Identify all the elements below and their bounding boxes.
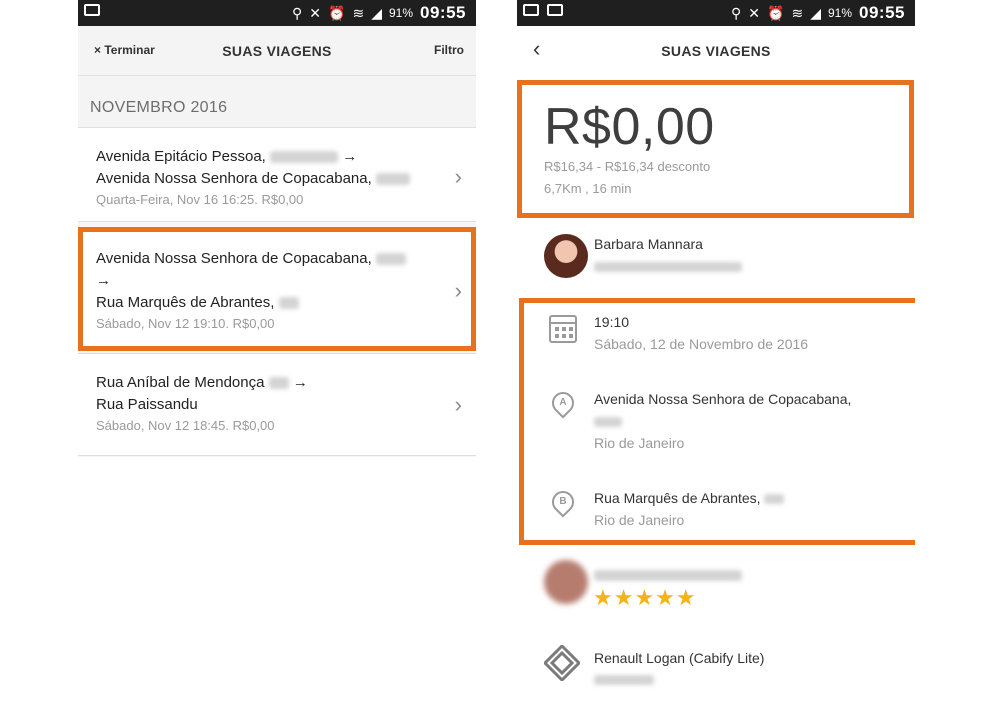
battery-level: 91% [827, 6, 853, 20]
status-icons: ⚲ ✕ ⏰ ≋ ◢ 91% 09:55 [292, 3, 466, 23]
clock: 09:55 [420, 3, 466, 22]
mute-icon: ✕ [309, 5, 322, 21]
status-icons: ⚲ ✕ ⏰ ≋ ◢ 91% 09:55 [731, 3, 905, 23]
location-icon: ⚲ [731, 5, 742, 21]
trip-detail-screen: ⚲ ✕ ⏰ ≋ ◢ 91% 09:55 ‹ SUAS VIAGENS R$0,0… [517, 0, 915, 706]
trip-origin: Avenida Epitácio Pessoa, → [96, 148, 358, 165]
empty-area [78, 457, 476, 706]
destination-city: Rio de Janeiro [594, 512, 685, 528]
origin-city: Rio de Janeiro [594, 435, 685, 451]
trip-destination: Rua Paissandu [96, 396, 198, 413]
alarm-icon: ⏰ [767, 5, 785, 21]
passenger-name: Barbara Mannara [594, 236, 703, 252]
wifi-icon: ≋ [352, 5, 365, 21]
driver-avatar [544, 560, 588, 604]
redacted-number [375, 173, 410, 186]
image-icon [523, 4, 539, 16]
mute-icon: ✕ [748, 5, 761, 21]
battery-level: 91% [388, 6, 414, 20]
highlight-frame [78, 227, 476, 351]
status-bar: ⚲ ✕ ⏰ ≋ ◢ 91% 09:55 [517, 0, 915, 26]
destination-street: Rua Marquês de Abrantes, [594, 490, 785, 506]
passenger-avatar [544, 234, 588, 278]
app-bar: ‹ SUAS VIAGENS [517, 26, 915, 76]
filter-button[interactable]: Filtro [434, 43, 464, 57]
trip-time: 19:10 [594, 314, 630, 330]
car-model: Renault Logan (Cabify Lite) [594, 650, 765, 666]
price-range: R$16,34 - R$16,34 desconto [544, 159, 711, 174]
redacted-driver-name [594, 570, 742, 581]
trip-destination: Avenida Nossa Senhora de Copacabana, [96, 168, 436, 190]
trip-row-1[interactable]: Avenida Epitácio Pessoa, → Avenida Nossa… [78, 127, 476, 222]
origin-street: Avenida Nossa Senhora de Copacabana, [594, 391, 852, 407]
trip-date: Sábado, 12 de Novembro de 2016 [594, 336, 809, 352]
trip-row-3[interactable]: Rua Aníbal de Mendonça → Rua Paissandu S… [78, 353, 476, 456]
redacted-email [594, 262, 742, 272]
redacted-number [764, 494, 785, 505]
trip-meta: Sábado, Nov 12 18:45. R$0,00 [96, 418, 275, 433]
chevron-right-icon: › [454, 164, 462, 189]
trips-list-screen: ⚲ ✕ ⏰ ≋ ◢ 91% 09:55 × Terminar SUAS VIAG… [78, 0, 476, 706]
chevron-right-icon: › [454, 392, 462, 417]
notification-icons [84, 4, 100, 16]
driver-rating-stars: ★★★★★ [593, 585, 697, 610]
renault-logo-icon [544, 645, 580, 681]
trip-origin: Rua Aníbal de Mendonça → [96, 374, 308, 391]
redacted-number [268, 377, 289, 390]
wifi-icon: ≋ [791, 5, 804, 21]
signal-icon: ◢ [810, 5, 821, 21]
redacted-plate [594, 675, 654, 685]
trip-meta: Quarta-Feira, Nov 16 16:25. R$0,00 [96, 192, 304, 207]
notification-icons [523, 4, 563, 16]
distance-time: 6,7Km , 16 min [544, 181, 632, 196]
trip-price: R$0,00 [544, 98, 715, 156]
page-title: SUAS VIAGENS [661, 43, 771, 59]
status-bar: ⚲ ✕ ⏰ ≋ ◢ 91% 09:55 [78, 0, 476, 26]
redacted-number [594, 417, 622, 427]
calendar-icon [549, 315, 577, 343]
clock: 09:55 [859, 3, 905, 22]
alarm-icon: ⏰ [328, 5, 346, 21]
location-icon: ⚲ [292, 5, 303, 21]
voicemail-icon [84, 4, 100, 16]
page-title: SUAS VIAGENS [222, 43, 332, 59]
voicemail-icon [547, 4, 563, 16]
signal-icon: ◢ [371, 5, 382, 21]
month-header: NOVEMBRO 2016 [78, 76, 476, 128]
redacted-number [270, 151, 339, 164]
app-bar: × Terminar SUAS VIAGENS Filtro [78, 26, 476, 76]
